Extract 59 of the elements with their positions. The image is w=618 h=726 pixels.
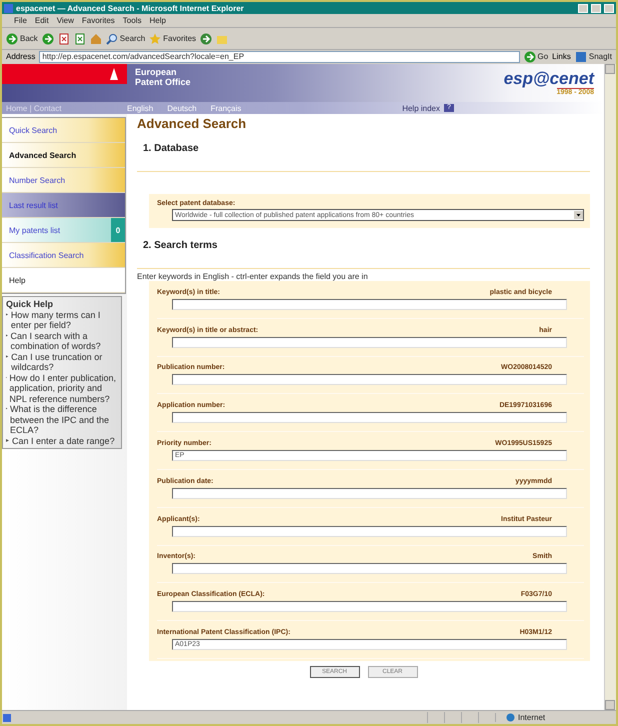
input-field[interactable]: [172, 374, 567, 386]
section-heading: 1. Database: [143, 143, 200, 154]
search-icon[interactable]: [106, 32, 118, 44]
help-link[interactable]: Can I enter a date range?: [12, 436, 115, 446]
page-title: Advanced Search: [137, 116, 248, 131]
input-field[interactable]: [172, 526, 567, 537]
input-field[interactable]: [172, 412, 567, 424]
nav-item[interactable]: Number Search: [2, 168, 125, 193]
nav-item[interactable]: Advanced Search: [2, 143, 125, 168]
input-field[interactable]: [172, 601, 567, 612]
input-field[interactable]: [172, 563, 567, 574]
address-field[interactable]: http://ep.espacenet.com/advancedSearch?locale=en_EP: [39, 50, 520, 62]
links-button[interactable]: Links: [552, 52, 571, 61]
input-field[interactable]: [172, 488, 567, 499]
section-heading: 2. Search terms: [143, 240, 218, 251]
help-index-link[interactable]: Help index: [402, 104, 440, 112]
minimize-button[interactable]: [578, 4, 588, 12]
quick-help-title: Quick Help: [6, 299, 54, 310]
globe-icon: [506, 713, 515, 722]
help-link[interactable]: What is the difference between the IPC and the ECLA?: [10, 404, 118, 436]
help-link[interactable]: Can I search with a combination of words?: [10, 330, 118, 352]
office-name: European: [135, 67, 178, 77]
input-field[interactable]: [172, 336, 567, 348]
favorites-button[interactable]: Favorites: [149, 32, 196, 44]
security-zone: Internet: [495, 713, 616, 722]
search-button[interactable]: Search: [106, 32, 146, 44]
menu-item[interactable]: Tools: [122, 16, 142, 25]
dropdown-arrow-icon: [574, 211, 583, 219]
logo: esp@cenet: [504, 70, 594, 88]
input-field[interactable]: [172, 298, 567, 310]
nav-item[interactable]: Help: [2, 268, 125, 293]
forward-arrow-icon[interactable]: [42, 32, 54, 44]
office-name: Patent Office: [135, 77, 191, 87]
stop-icon[interactable]: [58, 32, 70, 44]
menu-item[interactable]: File: [14, 16, 27, 25]
nav-item[interactable]: My patents list 0: [2, 218, 125, 243]
help-link[interactable]: How do I enter publication, application, priority and NPL reference numbers?: [9, 372, 118, 404]
instruction-text: Enter keywords in English - ctrl-enter expands the field you are in: [137, 272, 369, 281]
go-button[interactable]: Go: [524, 50, 548, 62]
menu-item[interactable]: View: [56, 16, 74, 25]
address-label: Address: [6, 52, 36, 61]
maximize-button[interactable]: [591, 4, 601, 12]
snagit-button[interactable]: SnagIt: [574, 50, 612, 62]
nav-item[interactable]: Classification Search: [2, 243, 125, 268]
go-arrow-icon[interactable]: [524, 50, 536, 62]
help-link[interactable]: Can I use truncation or wildcards?: [11, 352, 118, 372]
help-link[interactable]: How many terms can I enter per field?: [10, 310, 118, 330]
star-icon[interactable]: [149, 32, 162, 44]
back-button[interactable]: Back: [6, 32, 38, 44]
scrollbar[interactable]: [604, 64, 616, 710]
back-arrow-icon[interactable]: [6, 32, 18, 44]
menu-item[interactable]: Edit: [34, 16, 49, 25]
nav-item[interactable]: Quick Search: [2, 118, 125, 143]
close-button[interactable]: [604, 4, 614, 12]
epo-emblem-icon: [107, 67, 121, 81]
count-badge: 0: [111, 218, 125, 242]
menu-item[interactable]: Favorites: [82, 16, 115, 25]
menu-item[interactable]: Help: [149, 16, 166, 25]
window-title: espacenet — Advanced Search - Microsoft Internet Explorer: [16, 4, 245, 12]
